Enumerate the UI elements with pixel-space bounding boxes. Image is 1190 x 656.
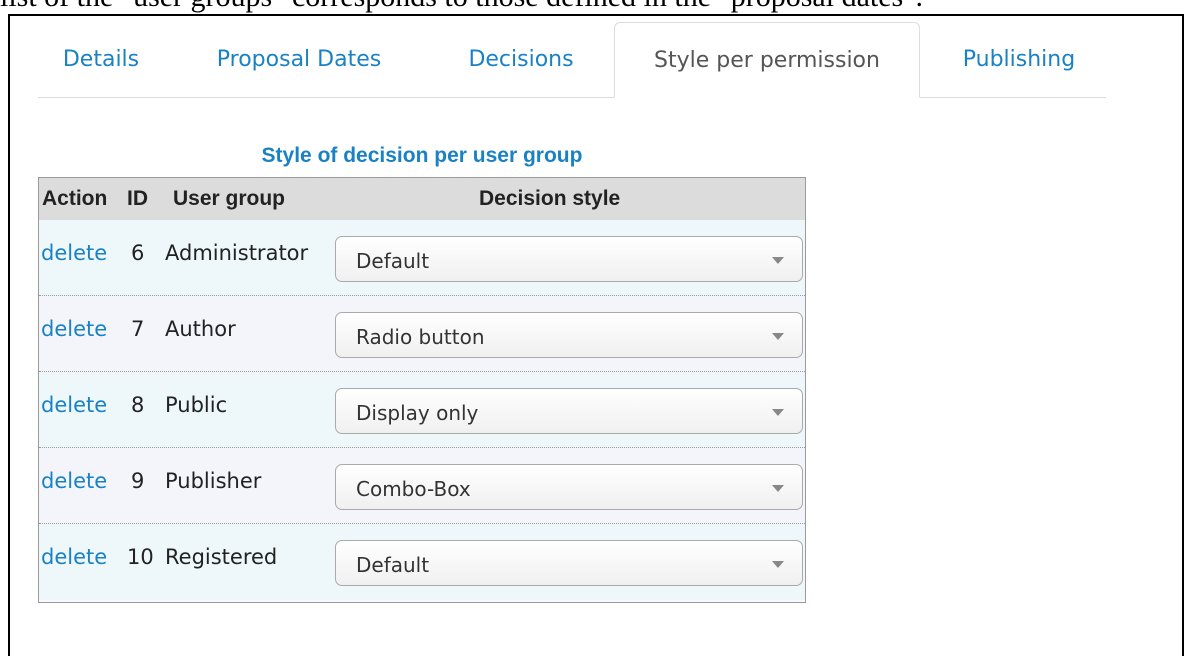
tab-proposal-dates[interactable]: Proposal Dates [188, 22, 410, 97]
delete-link[interactable]: delete [41, 469, 107, 493]
table-row: delete 8 Public Display only [39, 372, 805, 448]
delete-link[interactable]: delete [41, 241, 107, 265]
table-header: Action ID User group Decision style [39, 178, 805, 221]
decision-style-select[interactable]: Combo-Box [335, 464, 803, 510]
decision-style-select[interactable]: Display only [335, 388, 803, 434]
selected-value: Default [356, 553, 430, 577]
decision-style-table: Action ID User group Decision style dele… [38, 177, 806, 603]
decision-style-select[interactable]: Default [335, 236, 803, 282]
user-group-name: Author [165, 317, 236, 341]
delete-link[interactable]: delete [41, 545, 107, 569]
table-row: delete 9 Publisher Combo-Box [39, 448, 805, 524]
row-id: 10 [127, 545, 154, 569]
row-id: 9 [131, 469, 145, 493]
row-id: 7 [131, 317, 145, 341]
table-row: delete 10 Registered Default [39, 524, 805, 600]
decision-style-select[interactable]: Default [335, 540, 803, 586]
header-user-group: User group [173, 187, 286, 210]
tab-bar: Details Proposal Dates Decisions Style p… [38, 22, 1106, 98]
table-row: delete 6 Administrator Default [39, 220, 805, 296]
user-group-name: Registered [165, 545, 278, 569]
delete-link[interactable]: delete [41, 393, 107, 417]
chevron-down-icon [772, 561, 784, 568]
intro-text: list of the "user groups" corresponds to… [0, 0, 1190, 15]
delete-link[interactable]: delete [41, 317, 107, 341]
header-action: Action [42, 187, 108, 210]
row-id: 8 [131, 393, 145, 417]
tab-details[interactable]: Details [38, 22, 164, 97]
user-group-name: Publisher [165, 469, 262, 493]
user-group-name: Administrator [165, 241, 309, 265]
selected-value: Combo-Box [356, 477, 471, 501]
chevron-down-icon [772, 257, 784, 264]
selected-value: Radio button [356, 325, 485, 349]
tab-decisions[interactable]: Decisions [436, 22, 606, 97]
user-group-name: Public [165, 393, 228, 417]
chevron-down-icon [772, 485, 784, 492]
table-row: delete 7 Author Radio button [39, 296, 805, 372]
row-id: 6 [131, 241, 145, 265]
tab-style-per-permission[interactable]: Style per permission [614, 22, 920, 98]
tab-publishing[interactable]: Publishing [934, 22, 1104, 97]
selected-value: Default [356, 249, 430, 273]
header-decision-style: Decision style [479, 187, 621, 210]
selected-value: Display only [356, 401, 479, 425]
header-id: ID [127, 187, 148, 210]
section-title: Style of decision per user group [261, 144, 583, 167]
chevron-down-icon [772, 409, 784, 416]
chevron-down-icon [772, 333, 784, 340]
decision-style-select[interactable]: Radio button [335, 312, 803, 358]
